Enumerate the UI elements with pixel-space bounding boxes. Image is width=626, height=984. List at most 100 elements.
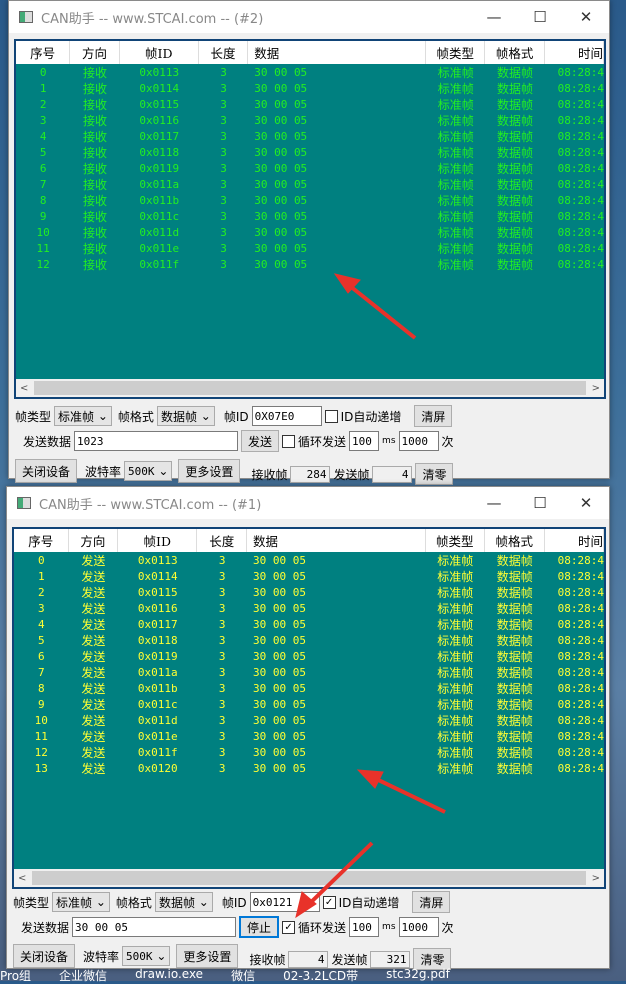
- clear-screen-button[interactable]: 清屏: [412, 891, 451, 913]
- table-row[interactable]: 10 接收 0x011d 3 30 00 05 标准帧 数据帧 08:28:4: [16, 224, 604, 240]
- taskbar-item[interactable]: 企业微信: [59, 967, 107, 983]
- column-header[interactable]: 方向: [70, 41, 120, 64]
- minimize-button[interactable]: —: [471, 8, 517, 26]
- baud-select[interactable]: 500K ⌄: [124, 461, 173, 481]
- cell-time: 08:28:4: [557, 713, 604, 727]
- table-row[interactable]: 10 发送 0x011d 3 30 00 05 标准帧 数据帧 08:28:4: [14, 712, 604, 728]
- table-row[interactable]: 2 接收 0x0115 3 30 00 05 标准帧 数据帧 08:28:4: [16, 96, 604, 112]
- send-data-input[interactable]: 1023: [74, 431, 239, 451]
- scroll-right-icon[interactable]: >: [592, 383, 600, 394]
- table-row[interactable]: 11 发送 0x011e 3 30 00 05 标准帧 数据帧 08:28:4: [14, 728, 604, 744]
- horizontal-scrollbar[interactable]: < >: [14, 869, 604, 887]
- horizontal-scrollbar[interactable]: < >: [16, 379, 604, 397]
- column-header[interactable]: 时间: [545, 529, 604, 552]
- column-header[interactable]: 帧类型: [426, 529, 486, 552]
- column-header[interactable]: 数据: [247, 529, 426, 552]
- maximize-button[interactable]: ☐: [517, 494, 563, 512]
- table-row[interactable]: 3 接收 0x0116 3 30 00 05 标准帧 数据帧 08:28:4: [16, 112, 604, 128]
- close-button[interactable]: ✕: [563, 494, 609, 512]
- table-row[interactable]: 13 发送 0x0120 3 30 00 05 标准帧 数据帧 08:28:4: [14, 760, 604, 776]
- column-header[interactable]: 数据: [248, 41, 427, 64]
- table-row[interactable]: 6 发送 0x0119 3 30 00 05 标准帧 数据帧 08:28:4: [14, 648, 604, 664]
- table-row[interactable]: 1 接收 0x0114 3 30 00 05 标准帧 数据帧 08:28:4: [16, 80, 604, 96]
- minimize-button[interactable]: —: [471, 494, 517, 512]
- column-header[interactable]: 方向: [69, 529, 119, 552]
- table-row[interactable]: 8 接收 0x011b 3 30 00 05 标准帧 数据帧 08:28:4: [16, 192, 604, 208]
- scroll-thumb[interactable]: [32, 871, 586, 885]
- table-row[interactable]: 0 发送 0x0113 3 30 00 05 标准帧 数据帧 08:28:4: [14, 552, 604, 568]
- taskbar-item[interactable]: 微信: [231, 967, 255, 983]
- send-button[interactable]: 发送: [241, 430, 280, 452]
- column-header[interactable]: 时间: [545, 41, 604, 64]
- interval-input[interactable]: 100: [349, 917, 380, 937]
- cell-index: 7: [37, 665, 45, 679]
- baud-select[interactable]: 500K ⌄: [122, 946, 171, 966]
- table-row[interactable]: 9 发送 0x011c 3 30 00 05 标准帧 数据帧 08:28:4: [14, 696, 604, 712]
- table-row[interactable]: 2 发送 0x0115 3 30 00 05 标准帧 数据帧 08:28:4: [14, 584, 604, 600]
- id-auto-increment-checkbox[interactable]: [324, 409, 338, 423]
- table-row[interactable]: 5 发送 0x0118 3 30 00 05 标准帧 数据帧 08:28:4: [14, 632, 604, 648]
- column-header[interactable]: 序号: [16, 41, 71, 64]
- frame-id-input[interactable]: 0X07E0: [251, 406, 322, 426]
- frame-type-select[interactable]: 标准帧 ⌄: [54, 406, 112, 426]
- maximize-button[interactable]: ☐: [517, 8, 563, 26]
- frame-format-select[interactable]: 数据帧 ⌄: [154, 892, 213, 912]
- frame-id-input[interactable]: 0x0121: [249, 892, 320, 912]
- column-header[interactable]: 序号: [14, 529, 69, 552]
- close-device-button[interactable]: 关闭设备: [13, 944, 76, 968]
- column-header[interactable]: 帧ID: [120, 41, 199, 64]
- scroll-right-icon[interactable]: >: [592, 873, 600, 884]
- id-auto-increment-checkbox[interactable]: ✓: [322, 895, 336, 909]
- table-row[interactable]: 12 发送 0x011f 3 30 00 05 标准帧 数据帧 08:28:4: [14, 744, 604, 760]
- taskbar-item[interactable]: draw.io.exe: [135, 967, 203, 981]
- table-row[interactable]: 4 接收 0x0117 3 30 00 05 标准帧 数据帧 08:28:4: [16, 128, 604, 144]
- send-button[interactable]: 停止: [239, 916, 280, 938]
- clear-screen-button[interactable]: 清屏: [414, 405, 453, 427]
- cell-frame-id: 0x011e: [137, 729, 178, 743]
- column-header[interactable]: 帧类型: [426, 41, 486, 64]
- table-row[interactable]: 3 发送 0x0116 3 30 00 05 标准帧 数据帧 08:28:4: [14, 600, 604, 616]
- column-header[interactable]: 长度: [199, 41, 249, 64]
- table-row[interactable]: 7 接收 0x011a 3 30 00 05 标准帧 数据帧 08:28:4: [16, 176, 604, 192]
- cell-length: 3: [218, 697, 226, 711]
- table-row[interactable]: 6 接收 0x0119 3 30 00 05 标准帧 数据帧 08:28:4: [16, 160, 604, 176]
- table-row[interactable]: 7 发送 0x011a 3 30 00 05 标准帧 数据帧 08:28:4: [14, 664, 604, 680]
- column-header[interactable]: 长度: [197, 529, 247, 552]
- taskbar-item[interactable]: 02-3.2LCD带: [283, 967, 358, 983]
- taskbar-item[interactable]: Pro组: [0, 967, 31, 983]
- cell-time: 08:28:4: [557, 65, 604, 79]
- table-row[interactable]: 12 接收 0x011f 3 30 00 05 标准帧 数据帧 08:28:4: [16, 256, 604, 272]
- count-input[interactable]: 1000: [398, 431, 439, 451]
- reset-count-button[interactable]: 清零: [415, 463, 454, 485]
- taskbar-item[interactable]: stc32g.pdf: [386, 967, 450, 981]
- interval-input[interactable]: 100: [349, 431, 380, 451]
- table-row[interactable]: 5 接收 0x0118 3 30 00 05 标准帧 数据帧 08:28:4: [16, 144, 604, 160]
- scroll-left-icon[interactable]: <: [20, 383, 28, 394]
- frame-format-select[interactable]: 数据帧 ⌄: [156, 406, 215, 426]
- loop-send-checkbox[interactable]: ✓: [282, 920, 296, 934]
- table-row[interactable]: 11 接收 0x011e 3 30 00 05 标准帧 数据帧 08:28:4: [16, 240, 604, 256]
- column-header[interactable]: 帧格式: [485, 41, 545, 64]
- table-row[interactable]: 4 发送 0x0117 3 30 00 05 标准帧 数据帧 08:28:4: [14, 616, 604, 632]
- more-settings-button[interactable]: 更多设置: [176, 944, 239, 968]
- scroll-left-icon[interactable]: <: [18, 873, 26, 884]
- recv-count-value: 284: [290, 465, 331, 483]
- column-header[interactable]: 帧格式: [485, 529, 545, 552]
- close-device-button[interactable]: 关闭设备: [15, 459, 78, 483]
- more-settings-button[interactable]: 更多设置: [178, 459, 241, 483]
- scroll-thumb[interactable]: [34, 381, 586, 395]
- cell-direction: 接收: [83, 161, 108, 176]
- sent-count-value: 321: [370, 950, 411, 968]
- count-input[interactable]: 1000: [398, 917, 439, 937]
- frame-type-select[interactable]: 标准帧 ⌄: [52, 892, 110, 912]
- table-row[interactable]: 0 接收 0x0113 3 30 00 05 标准帧 数据帧 08:28:4: [16, 64, 604, 80]
- cell-frame-format: 数据帧: [497, 257, 534, 272]
- table-row[interactable]: 8 发送 0x011b 3 30 00 05 标准帧 数据帧 08:28:4: [14, 680, 604, 696]
- cell-frame-type: 标准帧: [437, 665, 474, 680]
- table-row[interactable]: 1 发送 0x0114 3 30 00 05 标准帧 数据帧 08:28:4: [14, 568, 604, 584]
- column-header[interactable]: 帧ID: [118, 529, 198, 552]
- close-button[interactable]: ✕: [563, 8, 609, 26]
- table-row[interactable]: 9 接收 0x011c 3 30 00 05 标准帧 数据帧 08:28:4: [16, 208, 604, 224]
- send-data-input[interactable]: 30 00 05: [72, 917, 237, 937]
- loop-send-checkbox[interactable]: [282, 434, 296, 448]
